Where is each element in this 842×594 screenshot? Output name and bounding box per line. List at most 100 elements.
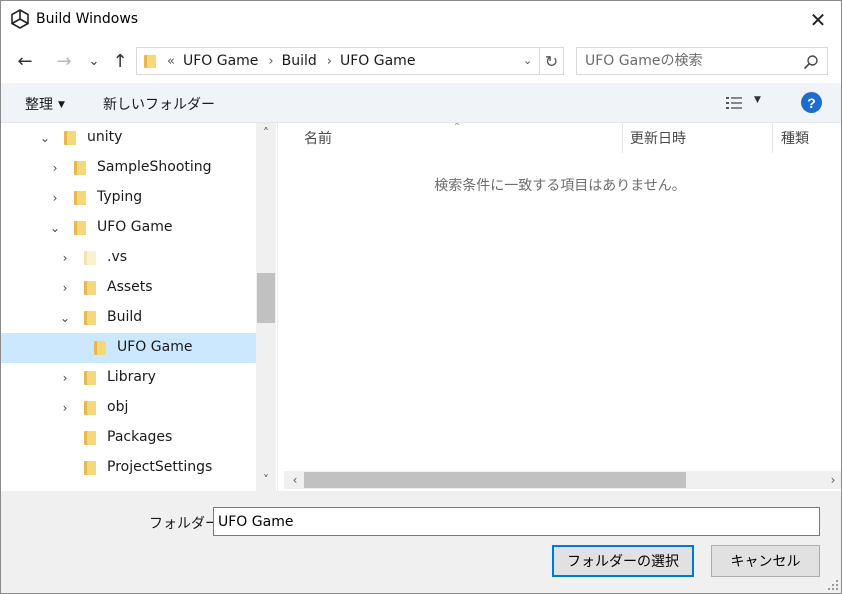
chevron-down-icon[interactable]: ⌄ [39,131,51,145]
title-bar: Build Windows ✕ [1,1,841,39]
scroll-left-icon[interactable]: ‹ [286,471,304,489]
chevron-right-icon[interactable]: › [49,161,61,175]
tree-item-label: obj [107,399,129,415]
back-button[interactable]: ← [13,49,37,73]
forward-button[interactable]: → [52,49,76,73]
address-bar[interactable]: « UFO Game › Build › UFO Game ⌄ ↻ [136,47,564,75]
folder-name-input[interactable] [213,507,820,536]
tree-item-label: ProjectSettings [107,459,213,475]
column-name-label: 名前 [304,131,332,147]
scroll-down-icon[interactable]: ˅ [256,471,276,489]
chevron-right-icon [69,341,81,355]
up-arrow-icon: ↑ [112,50,128,72]
breadcrumb-separator-icon[interactable]: › [268,54,273,69]
tree-item[interactable]: › Typing [1,183,256,213]
cancel-button[interactable]: キャンセル [711,545,820,577]
folder-icon [84,281,96,295]
close-button[interactable]: ✕ [795,1,841,39]
sort-ascending-icon: ˄ [454,123,460,135]
breadcrumb-item[interactable]: Build [282,53,317,69]
window-title: Build Windows [36,11,139,27]
column-header-type[interactable]: 種類 [781,123,809,153]
breadcrumb-item[interactable]: UFO Game [340,53,415,69]
chevron-right-icon[interactable]: › [49,191,61,205]
tree-item[interactable]: ⌄ unity [1,123,256,153]
organize-label: 整理 [25,97,53,113]
horizontal-scroll-thumb[interactable] [304,472,686,488]
column-divider[interactable] [622,123,623,153]
column-date-label: 更新日時 [630,131,686,147]
column-header-date[interactable]: 更新日時 [630,123,686,153]
tree-vertical-scrollbar[interactable]: ˄ ˅ [256,123,276,491]
chevron-right-icon[interactable]: › [59,401,71,415]
folder-icon [94,341,106,355]
forward-arrow-icon: → [56,50,72,72]
horizontal-scrollbar[interactable]: ‹ › [284,471,841,489]
tree-item[interactable]: ⌄ Build [1,303,256,333]
tree-item-label: SampleShooting [97,159,212,175]
breadcrumb-item[interactable]: UFO Game [183,53,258,69]
back-arrow-icon: ← [17,50,33,72]
folder-icon [74,161,86,175]
tree-item-label: Assets [107,279,153,295]
tree-item[interactable]: › Assets [1,273,256,303]
overflow-chevron-icon[interactable]: « [167,54,175,69]
folder-icon [84,461,96,475]
empty-message: 検索条件に一致する項目はありません。 [434,178,686,194]
tree-item[interactable]: UFO Game [1,333,256,363]
folder-icon [84,401,96,415]
unity-logo-icon [11,9,29,29]
tree-item[interactable]: ProjectSettings [1,453,256,483]
organize-menu-button[interactable]: 整理 ▼ [25,94,65,114]
column-type-label: 種類 [781,131,809,147]
chevron-right-icon[interactable]: › [59,281,71,295]
chevron-down-icon[interactable]: ⌄ [59,311,71,325]
help-icon[interactable]: ? [801,92,822,113]
tree-item-label: Typing [97,189,143,205]
details-view-icon[interactable] [725,96,743,110]
folder-icon [64,131,76,145]
select-folder-button[interactable]: フォルダーの選択 [552,545,694,577]
folder-icon [74,221,86,235]
tree-item-label: Library [107,369,156,385]
navigation-tree: ⌄ unity › SampleShooting › Typing ⌄ UFO Game › .v… [1,123,277,491]
close-icon: ✕ [809,8,827,32]
recent-locations-button[interactable]: ⌄ [82,49,106,73]
tree-item[interactable]: › obj [1,393,256,423]
refresh-button[interactable]: ↻ [539,48,563,74]
search-box[interactable] [576,47,828,75]
tree-scroll-thumb[interactable] [257,273,275,323]
tree-item-label: UFO Game [117,339,193,355]
tree-item[interactable]: › SampleShooting [1,153,256,183]
chevron-right-icon [59,461,71,475]
tree-item-label: Build [107,309,143,325]
column-header-name[interactable]: 名前 [304,123,332,153]
tree-item-label: Packages [107,429,173,445]
folder-icon [84,251,96,265]
column-divider[interactable] [772,123,773,153]
dialog-footer: フォルダー: フォルダーの選択 キャンセル [1,491,841,593]
chevron-right-icon[interactable]: › [59,371,71,385]
tree-item[interactable]: Packages [1,423,256,453]
resize-grip-icon[interactable] [827,579,839,591]
up-button[interactable]: ↑ [108,49,132,73]
scroll-right-icon[interactable]: › [824,471,841,489]
search-icon[interactable] [803,54,819,70]
address-dropdown-icon[interactable]: ⌄ [523,54,537,68]
tree-item-label: unity [87,129,123,145]
tree-item[interactable]: › Library [1,363,256,393]
tree-item-label: UFO Game [97,219,173,235]
chevron-right-icon [59,431,71,445]
new-folder-button[interactable]: 新しいフォルダー [103,94,215,114]
chevron-right-icon[interactable]: › [59,251,71,265]
search-input[interactable] [585,52,795,70]
scroll-up-icon[interactable]: ˄ [256,124,276,142]
chevron-down-icon[interactable]: ⌄ [49,221,61,235]
breadcrumb-separator-icon[interactable]: › [327,54,332,69]
tree-item[interactable]: › .vs [1,243,256,273]
command-bar: 整理 ▼ 新しいフォルダー ▼ ? [1,83,841,123]
tree-item[interactable]: ⌄ UFO Game [1,213,256,243]
folder-icon [144,54,156,68]
new-folder-label: 新しいフォルダー [103,97,215,113]
view-options-caret-icon[interactable]: ▼ [754,95,761,105]
